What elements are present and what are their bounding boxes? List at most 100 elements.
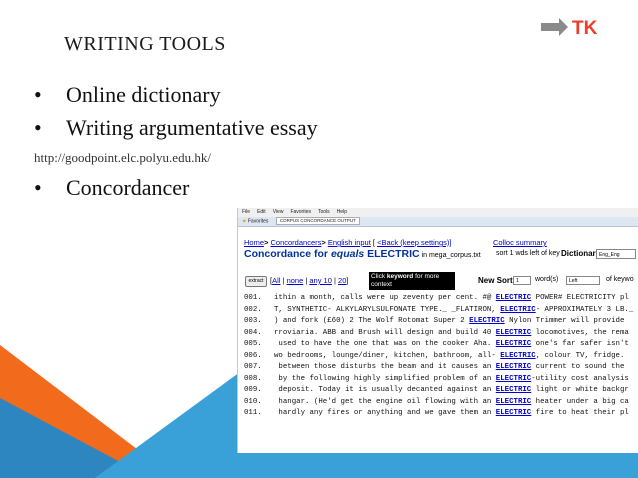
bullet-text: Concordancer <box>66 175 190 200</box>
concordance-line: 003. ) and fork (£60) 2 The Wolf Rotomat … <box>244 316 633 328</box>
menu-tools[interactable]: Tools <box>318 209 330 215</box>
right-context: -utility cost analysis <box>531 374 629 383</box>
line-number: 010. <box>244 397 262 406</box>
keyword-link[interactable]: ELECTRIC <box>496 375 531 383</box>
sel-close: ] <box>346 276 349 285</box>
keyword-link[interactable]: ELECTRIC <box>500 352 535 360</box>
menu-view[interactable]: View <box>273 209 284 215</box>
line-number: 011. <box>244 409 262 417</box>
star-icon[interactable]: ★ <box>242 218 246 224</box>
colloc-summary-link[interactable]: Colloc summary <box>493 238 547 247</box>
browser-menubar: File Edit View Favorites Tools Help <box>238 208 638 217</box>
concordance-line: 011. hardly any fires or anything and we… <box>244 408 633 420</box>
browser-tab[interactable]: CORPUS CONCORDANCE OUTPUT <box>275 217 360 225</box>
concordance-line: 006. wo bedrooms, lounge/diner, kitchen, … <box>244 351 633 363</box>
line-number: 002. <box>244 305 262 314</box>
right-context: Nylon Trimmer will provide <box>504 317 625 325</box>
line-selection: [All | none | any 10 | 20] <box>270 276 348 285</box>
right-context: , colour TV, fridge. <box>535 351 625 360</box>
back-link[interactable]: <Back (keep settings)] <box>377 238 451 247</box>
keyword-link[interactable]: ELECTRIC <box>496 340 531 348</box>
concordance-line: 001. ithin a month, calls were up zeventy… <box>244 293 633 305</box>
line-number: 004. <box>244 328 262 337</box>
left-context: wo bedrooms, lounge/diner, kitchen, bath… <box>274 351 501 360</box>
right-context: one's far safer isn't <box>531 340 629 348</box>
dictionary-select[interactable]: Eng_Eng <box>596 249 636 259</box>
words-label: word(s) <box>535 276 559 283</box>
keyword-link[interactable]: ELECTRIC <box>496 386 531 394</box>
logo-text: TK <box>572 18 598 39</box>
favorites-bar: ★ Favorites CORPUS CONCORDANCE OUTPUT <box>238 217 638 227</box>
right-context: heater under a big ca <box>531 397 629 406</box>
heading-corpus: in mega_corpus.txt <box>419 252 481 259</box>
keyword-link[interactable]: ELECTRIC <box>496 409 531 417</box>
concordance-line: 009. deposit. Today it is usually decant… <box>244 385 633 397</box>
hint-pre: Click <box>371 273 387 280</box>
left-context: ) and fork (£60) 2 The Wolf Rotomat Supe… <box>274 317 470 325</box>
right-context: POWER# ELECTRICITY pl <box>531 294 629 302</box>
line-number: 009. <box>244 386 262 394</box>
line-number: 008. <box>244 374 262 383</box>
keyword-link[interactable]: ELECTRIC <box>500 306 535 314</box>
bullet-dot: • <box>34 175 42 200</box>
keyword-link[interactable]: ELECTRIC <box>496 329 531 337</box>
keyword-link[interactable]: ELECTRIC <box>496 398 531 406</box>
keyword-link[interactable]: ELECTRIC <box>496 294 531 302</box>
select-any10-link[interactable]: any 10 <box>309 276 332 285</box>
home-link[interactable]: Home <box>244 238 264 247</box>
line-number: 006. <box>244 351 262 360</box>
right-context: current to sound the <box>531 363 625 371</box>
concordance-line: 002. T, SYNTHETIC- ALKYLARYLSULFONATE TYP… <box>244 305 633 317</box>
hint-keyword: keyword <box>386 273 414 280</box>
sort-direction-select[interactable]: Left <box>566 276 600 285</box>
tk-logo: TK <box>541 14 613 40</box>
english-input-link[interactable]: English input <box>328 238 371 247</box>
arrow-icon <box>541 18 568 36</box>
slide-title: WRITING TOOLS <box>64 33 226 55</box>
select-none-link[interactable]: none <box>287 276 304 285</box>
bullet-argumentative-essay: • Writing argumentative essay <box>34 115 318 141</box>
breadcrumb: Home> Concordancers> English input [ <Ba… <box>244 238 451 247</box>
right-context: - APPROXIMATELY 3 LB._ <box>535 305 634 314</box>
menu-favorites[interactable]: Favorites <box>290 209 311 215</box>
concordancer-screenshot: File Edit View Favorites Tools Help ★ Favorit… <box>237 208 638 453</box>
click-keyword-hint: Click keyword for more context <box>369 272 455 290</box>
left-context: hangar. (He'd get the engine oil flowing… <box>274 397 496 406</box>
heading-equals: equals <box>330 248 365 260</box>
favorites-label[interactable]: Favorites <box>248 218 269 224</box>
heading-prefix: Concordance for <box>244 248 331 260</box>
left-context: ithin a month, calls were up zeventy per… <box>274 294 496 302</box>
right-context: light or white backgr <box>531 386 629 394</box>
menu-file[interactable]: File <box>242 209 250 215</box>
right-context: locomotives, the rema <box>531 328 629 337</box>
menu-edit[interactable]: Edit <box>257 209 266 215</box>
keyword-link[interactable]: ELECTRIC <box>469 317 504 325</box>
concordancers-link[interactable]: Concordancers <box>271 238 322 247</box>
menu-help[interactable]: Help <box>337 209 347 215</box>
bullet-online-dictionary: • Online dictionary <box>34 82 221 108</box>
concordance-line: 010. hangar. (He'd get the engine oil fl… <box>244 397 633 409</box>
concordance-line: 007. between those disturbs the beam and… <box>244 362 633 374</box>
right-context: fire to heat their pl <box>531 409 629 417</box>
keyword-link[interactable]: ELECTRIC <box>496 363 531 371</box>
nav-sep: > <box>321 238 326 247</box>
line-number: 001. <box>244 294 262 302</box>
goodpoint-url[interactable]: http://goodpoint.elc.polyu.edu.hk/ <box>34 150 211 166</box>
line-number: 003. <box>244 317 262 325</box>
sort-number-select[interactable]: 1 <box>513 276 531 285</box>
left-context: T, SYNTHETIC- ALKYLARYLSULFONATE TYPE._ … <box>274 305 501 314</box>
left-context: between those disturbs the beam and it c… <box>274 363 496 371</box>
concordance-line: 008. by the following highly simplified … <box>244 374 633 386</box>
line-number: 007. <box>244 363 262 371</box>
dictionary-label: Dictionary <box>561 249 601 258</box>
concordance-heading: Concordance for equals ELECTRIC in mega_… <box>244 248 481 260</box>
concordance-line: 005. used to have the one that was on th… <box>244 339 633 351</box>
left-context: by the following highly simplified probl… <box>274 374 496 383</box>
concordance-line: 004. rroviaria. ABB and Brush will design… <box>244 328 633 340</box>
sort-info: sort 1 wds left of key <box>496 250 560 257</box>
left-context: hardly any fires or anything and we gave… <box>274 409 496 417</box>
extract-button[interactable]: extract <box>245 276 267 287</box>
left-context: used to have the one that was on the coo… <box>274 340 496 348</box>
concordance-lines: 001. ithin a month, calls were up zeventy… <box>244 293 633 420</box>
heading-keyword: ELECTRIC <box>364 248 420 260</box>
